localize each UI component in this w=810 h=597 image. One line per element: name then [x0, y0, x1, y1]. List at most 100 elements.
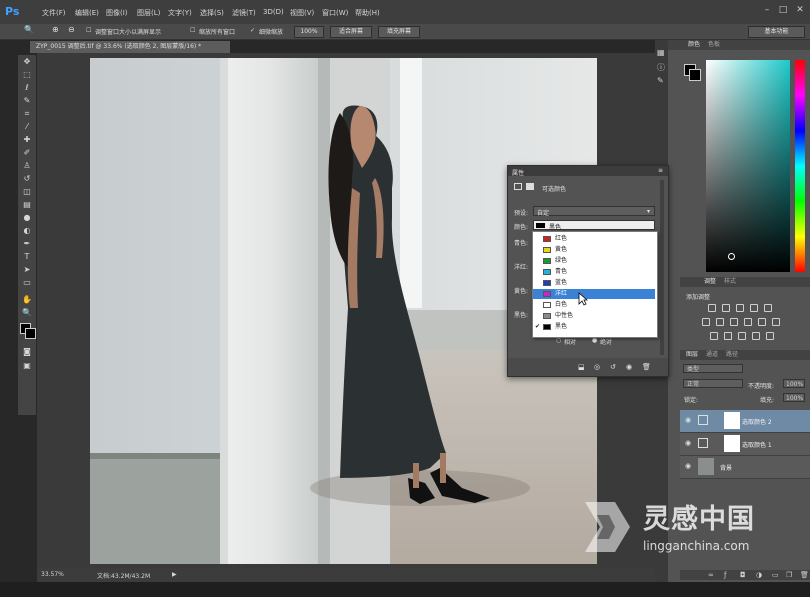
color-option-blue[interactable]: 蓝色: [533, 278, 655, 288]
hue-saturation-icon[interactable]: [702, 318, 710, 326]
color-picker-cursor[interactable]: [728, 253, 735, 260]
menu-window[interactable]: 窗口(W): [322, 8, 348, 18]
layer-row[interactable]: ◉ 背景: [680, 456, 810, 479]
menu-help[interactable]: 帮助(H): [355, 8, 380, 18]
colors-select[interactable]: 黑色: [533, 220, 655, 231]
stamp-tool-icon[interactable]: ♙: [21, 161, 33, 171]
zoom-out-icon[interactable]: ⊖: [68, 25, 75, 34]
relative-radio[interactable]: ○: [556, 337, 561, 344]
maximize-icon[interactable]: □: [776, 4, 790, 16]
resize-windows-checkbox[interactable]: ☐: [86, 27, 91, 34]
color-balance-icon[interactable]: [716, 318, 724, 326]
layer-row[interactable]: ◉ 选取颜色 2: [680, 410, 810, 433]
properties-scrollbar[interactable]: [660, 180, 664, 355]
layer-filter-select[interactable]: 类型: [683, 364, 743, 373]
history-brush-tool-icon[interactable]: ↺: [21, 174, 33, 184]
levels-icon[interactable]: [722, 304, 730, 312]
clip-to-layer-icon[interactable]: ⬓: [578, 363, 585, 371]
reset-icon[interactable]: ↺: [610, 363, 616, 371]
delete-layer-icon[interactable]: 🗑: [800, 571, 809, 579]
visibility-icon[interactable]: ◉: [626, 363, 632, 371]
color-option-white[interactable]: 白色: [533, 300, 655, 310]
delete-adjustment-icon[interactable]: 🗑: [642, 363, 651, 371]
path-select-tool-icon[interactable]: ➤: [21, 265, 33, 275]
color-picker-field[interactable]: [706, 60, 790, 272]
screen-mode-icon[interactable]: ▣: [21, 361, 33, 371]
new-adjustment-icon[interactable]: ◑: [756, 571, 762, 579]
fit-screen-button[interactable]: 适合屏幕: [330, 26, 372, 38]
lasso-tool-icon[interactable]: ℓ: [21, 83, 33, 93]
brush-tool-icon[interactable]: ✐: [21, 148, 33, 158]
link-layers-icon[interactable]: ∞: [708, 571, 714, 579]
crop-tool-icon[interactable]: ⌗: [21, 109, 33, 119]
curves-icon[interactable]: [736, 304, 744, 312]
preset-select[interactable]: 自定 ▾: [533, 206, 655, 217]
minimize-icon[interactable]: –: [760, 4, 774, 16]
invert-icon[interactable]: [710, 332, 718, 340]
threshold-icon[interactable]: [738, 332, 746, 340]
color-option-red[interactable]: 红色: [533, 234, 655, 244]
tab-color[interactable]: 颜色: [684, 40, 704, 50]
dodge-tool-icon[interactable]: ◐: [21, 226, 33, 236]
zoom-100-button[interactable]: 100%: [294, 26, 324, 38]
tab-adjustments[interactable]: 调整: [700, 277, 720, 287]
zoom-in-icon[interactable]: ⊕: [52, 25, 59, 34]
blur-tool-icon[interactable]: ●: [21, 213, 33, 223]
opacity-input[interactable]: 100%: [783, 379, 805, 388]
close-icon[interactable]: ✕: [793, 4, 807, 16]
color-lookup-icon[interactable]: [772, 318, 780, 326]
tab-channels[interactable]: 通道: [702, 350, 722, 360]
menu-image[interactable]: 图像(I): [106, 8, 128, 18]
vibrance-icon[interactable]: [764, 304, 772, 312]
menu-3d[interactable]: 3D(D): [263, 8, 284, 16]
menu-view[interactable]: 视图(V): [290, 8, 314, 18]
status-menu-arrow-icon[interactable]: ▶: [172, 571, 177, 578]
menu-filter[interactable]: 滤镜(T): [232, 8, 256, 18]
brush-panel-icon[interactable]: ✎: [657, 76, 664, 85]
pen-tool-icon[interactable]: ✒: [21, 239, 33, 249]
fill-input[interactable]: 100%: [783, 393, 805, 402]
layer-row[interactable]: ◉ 选取颜色 1: [680, 433, 810, 456]
new-group-icon[interactable]: ▭: [772, 571, 779, 579]
background-color-swatch[interactable]: [25, 328, 36, 339]
mask-icon[interactable]: [526, 183, 534, 190]
layer-thumbnail[interactable]: [698, 458, 714, 475]
view-previous-icon[interactable]: ◎: [594, 363, 600, 371]
zoom-all-checkbox[interactable]: ☐: [190, 27, 195, 34]
menu-select[interactable]: 选择(S): [200, 8, 224, 18]
properties-tab[interactable]: 属性: [512, 168, 524, 177]
menu-file[interactable]: 文件(F): [42, 8, 66, 18]
shape-tool-icon[interactable]: ▭: [21, 278, 33, 288]
quick-mask-icon[interactable]: ◙: [21, 347, 33, 357]
selective-color-icon[interactable]: [766, 332, 774, 340]
eyedropper-tool-icon[interactable]: ⁄: [21, 122, 33, 132]
eraser-tool-icon[interactable]: ◫: [21, 187, 33, 197]
scrubby-zoom-checkbox[interactable]: ✓: [250, 27, 255, 34]
color-option-cyan[interactable]: 青色: [533, 267, 655, 277]
hand-tool-icon[interactable]: ✋: [21, 295, 33, 305]
fill-screen-button[interactable]: 填充屏幕: [378, 26, 420, 38]
quick-select-tool-icon[interactable]: ✎: [21, 96, 33, 106]
visibility-eye-icon[interactable]: ◉: [685, 462, 691, 470]
workspace-select[interactable]: 基本功能: [748, 26, 805, 38]
healing-tool-icon[interactable]: ✚: [21, 135, 33, 145]
document-tab[interactable]: ZYP_0015 调整后.tif @ 33.6% (选取颜色 2, 图层蒙版/1…: [30, 41, 230, 53]
visibility-eye-icon[interactable]: ◉: [685, 416, 691, 424]
zoom-level[interactable]: 33.57%: [41, 571, 64, 578]
new-layer-icon[interactable]: ❐: [786, 571, 792, 579]
layer-mask-thumbnail[interactable]: [724, 435, 740, 452]
black-white-icon[interactable]: [730, 318, 738, 326]
fx-icon[interactable]: ƒ: [724, 571, 726, 579]
color-option-black[interactable]: ✔ 黑色: [533, 322, 655, 332]
zoom-tool-icon-2[interactable]: 🔍: [21, 308, 33, 318]
menu-type[interactable]: 文字(Y): [168, 8, 192, 18]
panel-bg-swatch[interactable]: [689, 69, 701, 81]
exposure-icon[interactable]: [750, 304, 758, 312]
layer-mask-thumbnail[interactable]: [724, 412, 740, 429]
color-option-yellow[interactable]: 黄色: [533, 245, 655, 255]
color-option-green[interactable]: 绿色: [533, 256, 655, 266]
posterize-icon[interactable]: [724, 332, 732, 340]
gradient-map-icon[interactable]: [752, 332, 760, 340]
tab-layers[interactable]: 图层: [682, 350, 702, 360]
type-tool-icon[interactable]: T: [21, 252, 33, 262]
